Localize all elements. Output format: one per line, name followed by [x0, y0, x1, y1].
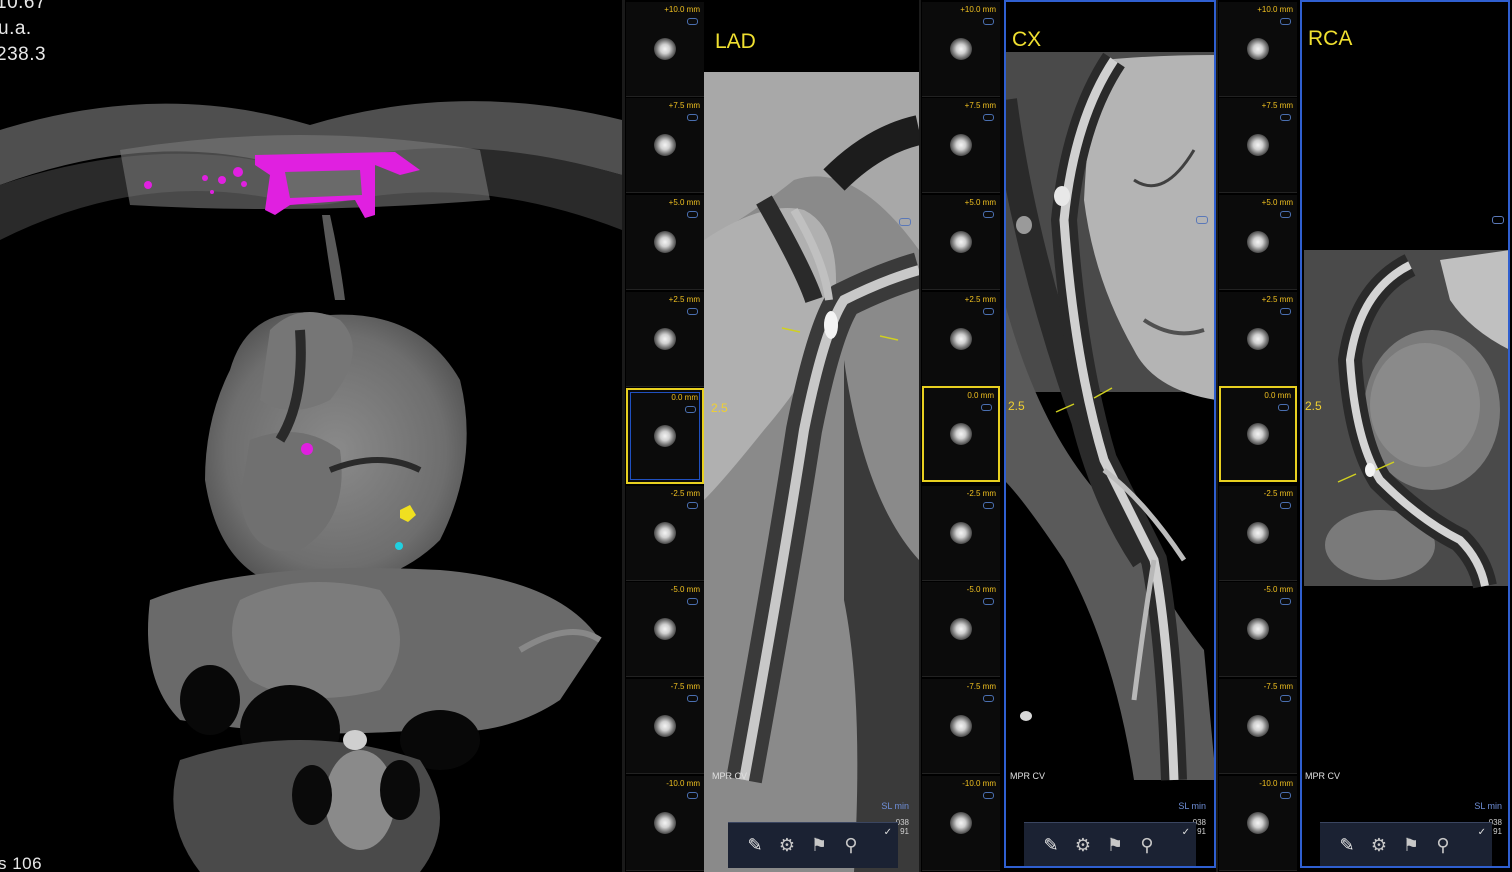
curved-mpr-view-cx[interactable]: CX 2.5 MPR CV SL min 038 91 ✎ ⚙ ⚑ ⚲ ✓ — [1004, 0, 1216, 872]
slab-mode-label: SL min — [1474, 801, 1502, 811]
axial-info-bottom: s 106 — [0, 854, 43, 872]
cross-section-thumb-selected[interactable]: 0.0 mm — [1219, 386, 1297, 482]
cross-section-thumb[interactable]: -2.5 mm — [922, 486, 1000, 581]
axial-info-line3: 238.3 — [0, 44, 47, 65]
column-divider — [622, 0, 625, 872]
measure-tool-icon[interactable]: ✎ — [742, 833, 768, 859]
gear-icon[interactable]: ⚙ — [774, 833, 800, 859]
view-toolbar-cx: ✎ ⚙ ⚑ ⚲ ✓ — [1024, 822, 1196, 868]
view-number-2: 91 — [900, 827, 909, 836]
axial-info-line2: u.a. — [0, 18, 32, 39]
cross-section-thumb[interactable]: -5.0 mm — [1219, 582, 1297, 677]
cross-section-column-cx: +10.0 mm +7.5 mm +5.0 mm +2.5 mm 0.0 mm … — [922, 0, 1000, 872]
slab-mode-label: SL min — [881, 801, 909, 811]
cross-section-thumb-selected[interactable]: 0.0 mm — [922, 386, 1000, 482]
cross-section-thumb-selected[interactable]: 0.0 mm — [626, 388, 704, 484]
column-divider — [1216, 0, 1218, 872]
cross-section-thumb[interactable]: -10.0 mm — [922, 776, 1000, 871]
axial-ct-image — [0, 101, 622, 872]
mpr-mode-label: MPR CV — [1305, 771, 1341, 781]
cross-section-column-lad: +10.0 mm +7.5 mm +5.0 mm +2.5 mm 0.0 mm … — [626, 0, 704, 872]
mpr-mode-label: MPR CV — [1010, 771, 1046, 781]
cross-section-thumb[interactable]: +10.0 mm — [1219, 2, 1297, 97]
column-divider — [919, 0, 921, 872]
cross-section-column-rca: +10.0 mm +7.5 mm +5.0 mm +2.5 mm 0.0 mm … — [1219, 0, 1297, 872]
cx-mpr-image — [1004, 52, 1216, 781]
cross-section-thumb[interactable]: +5.0 mm — [1219, 195, 1297, 290]
calcium-cx-overlay — [395, 542, 403, 550]
slab-mode-label: SL min — [1178, 801, 1206, 811]
scale-marker: 2.5 — [1008, 399, 1025, 413]
cross-section-thumb[interactable]: -7.5 mm — [1219, 679, 1297, 774]
cross-section-thumb[interactable]: +10.0 mm — [626, 2, 704, 97]
flag-icon[interactable]: ⚑ — [1102, 833, 1128, 859]
cross-section-thumb[interactable]: -10.0 mm — [626, 776, 704, 871]
cross-section-thumb[interactable]: +2.5 mm — [1219, 292, 1297, 387]
flag-icon[interactable]: ⚑ — [1398, 833, 1424, 859]
vessel-tool-icon[interactable]: ⚲ — [1134, 833, 1160, 859]
cross-section-thumb[interactable]: -5.0 mm — [922, 582, 1000, 677]
cross-section-thumb[interactable]: +7.5 mm — [626, 98, 704, 193]
cross-section-thumb[interactable]: -10.0 mm — [1219, 776, 1297, 871]
view-toolbar-rca: ✎ ⚙ ⚑ ⚲ ✓ — [1320, 822, 1492, 868]
cross-section-thumb[interactable]: -7.5 mm — [922, 679, 1000, 774]
gear-icon[interactable]: ⚙ — [1366, 833, 1392, 859]
gear-icon[interactable]: ⚙ — [1070, 833, 1096, 859]
pin-icon[interactable]: ✓ — [884, 827, 892, 838]
flag-icon[interactable]: ⚑ — [806, 833, 832, 859]
cross-section-thumb[interactable]: +2.5 mm — [626, 292, 704, 387]
mpr-mode-label: MPR CV — [712, 771, 748, 781]
scale-marker: 2.5 — [711, 401, 728, 415]
view-toolbar-lad: ✎ ⚙ ⚑ ⚲ ✓ — [728, 822, 898, 868]
cross-section-thumb[interactable]: +7.5 mm — [1219, 98, 1297, 193]
measure-tool-icon[interactable]: ✎ — [1334, 833, 1360, 859]
pin-icon[interactable]: ✓ — [1182, 827, 1190, 838]
vessel-title-rca: RCA — [1308, 27, 1353, 50]
cross-section-thumb[interactable]: -5.0 mm — [626, 582, 704, 677]
calcium-lm-overlay — [301, 443, 313, 455]
cross-section-thumb[interactable]: +5.0 mm — [626, 195, 704, 290]
axial-ct-view[interactable]: 10.67 u.a. 238.3 s 106 — [0, 0, 622, 872]
rca-mpr-image — [1304, 250, 1510, 589]
cross-section-thumb[interactable]: -2.5 mm — [1219, 486, 1297, 581]
axial-info-line1: 10.67 — [0, 0, 47, 13]
cross-section-thumb[interactable]: -2.5 mm — [626, 486, 704, 581]
vessel-title-cx: CX — [1012, 28, 1042, 51]
cross-section-thumb[interactable]: +5.0 mm — [922, 195, 1000, 290]
scale-marker: 2.5 — [1305, 399, 1322, 413]
curved-mpr-view-rca[interactable]: RCA 2.5 MPR CV SL min 038 91 ✎ ⚙ ⚑ ⚲ ✓ — [1300, 0, 1512, 872]
measure-tool-icon[interactable]: ✎ — [1038, 833, 1064, 859]
link-icon[interactable] — [1196, 216, 1208, 224]
link-icon[interactable] — [899, 218, 911, 226]
vessel-tool-icon[interactable]: ⚲ — [838, 833, 864, 859]
cross-section-thumb[interactable]: +10.0 mm — [922, 2, 1000, 97]
cross-section-thumb[interactable]: +7.5 mm — [922, 98, 1000, 193]
curved-mpr-view-lad[interactable]: LAD 2.5 MPR CV SL min 038 91 ✎ ⚙ ⚑ ⚲ ✓ — [704, 0, 919, 872]
cross-section-thumb[interactable]: -7.5 mm — [626, 679, 704, 774]
vessel-title-lad: LAD — [715, 30, 756, 53]
lad-mpr-image — [704, 0, 919, 872]
view-number-2: 91 — [1197, 827, 1206, 836]
view-number-2: 91 — [1493, 827, 1502, 836]
pin-icon[interactable]: ✓ — [1478, 827, 1486, 838]
cross-section-thumb[interactable]: +2.5 mm — [922, 292, 1000, 387]
link-icon[interactable] — [1492, 216, 1504, 224]
vessel-tool-icon[interactable]: ⚲ — [1430, 833, 1456, 859]
